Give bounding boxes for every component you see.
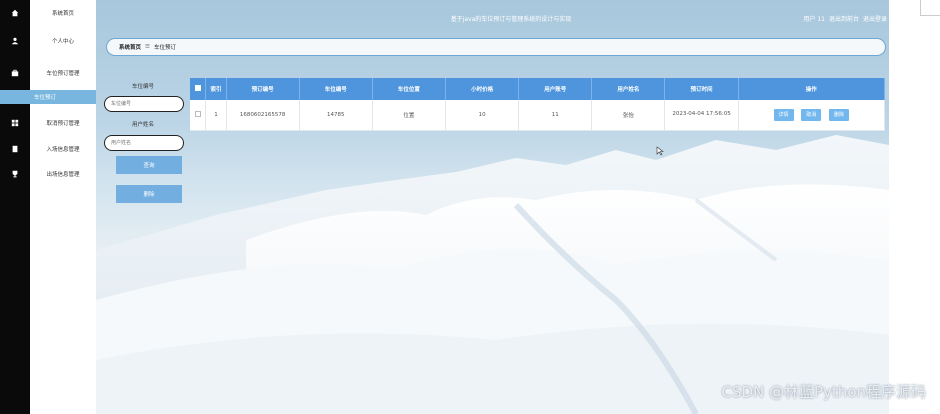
cell-booking-number: 1680602165578 [226, 100, 300, 131]
cancel-button[interactable]: 取消 [801, 108, 822, 121]
cell-user-name: 张怡 [591, 100, 666, 131]
column-header: 车位编号 [299, 78, 373, 100]
column-header: 小时价格 [445, 78, 520, 100]
breadcrumb-separator-icon: ☰ [145, 44, 150, 50]
cell-booking-time: 2023-04-04 17:56:05 [664, 100, 739, 131]
cell-hourly-price: 10 [445, 100, 520, 131]
cell-index: 1 [205, 100, 227, 131]
home-icon[interactable] [0, 6, 30, 20]
breadcrumb-current: 车位预订 [153, 45, 176, 51]
column-header: 用户姓名 [591, 78, 666, 100]
sidebar-subitem-booking[interactable]: 车位预订 [30, 90, 96, 104]
main-content: 基于java的车位预订与管理系统的设计与实现 用户 11 退出到前台 退出登录 … [96, 0, 889, 414]
cell-space-number: 14785 [299, 100, 373, 131]
document-icon[interactable] [0, 142, 30, 156]
snow-landscape-background [96, 135, 889, 414]
exit-to-portal-link[interactable]: 退出到前台 [829, 14, 859, 23]
column-header: 预订时间 [664, 78, 739, 100]
sidebar-item-booking-management[interactable]: 车位预订管理 [30, 66, 96, 80]
row-delete-button[interactable]: 删除 [829, 108, 850, 121]
trophy-icon[interactable] [0, 167, 30, 181]
sidebar-icon-strip [0, 0, 30, 414]
cell-actions: 详情 取消 删除 [738, 100, 886, 131]
sidebar-item-profile[interactable]: 个人中心 [30, 34, 96, 48]
user-name-label: 用户姓名 [131, 122, 154, 128]
active-highlight [0, 90, 30, 104]
select-all-checkbox[interactable] [190, 78, 207, 100]
current-user-label: 用户 11 [803, 16, 825, 23]
cell-location: 位置 [372, 100, 447, 131]
column-header: 索引 [205, 78, 227, 100]
space-number-label: 车位编号 [131, 84, 154, 90]
table-row: 1 1680602165578 14785 位置 10 11 张怡 2023-0… [190, 100, 886, 131]
booking-table: 索引 预订编号 车位编号 车位位置 小时价格 用户账号 用户姓名 预订时间 操作… [190, 78, 886, 131]
breadcrumb: 系统首页 ☰ 车位预订 [106, 38, 886, 56]
column-header: 预订编号 [226, 78, 300, 100]
app-title: 基于java的车位预订与管理系统的设计与实现 [450, 16, 572, 23]
grid-icon[interactable] [0, 116, 30, 130]
watermark-text: CSDN @林蓝Python程序源码 [721, 383, 926, 401]
query-button[interactable]: 查询 [116, 156, 182, 174]
user-actions: 用户 11 退出到前台 退出登录 [803, 14, 887, 23]
cell-user-account: 11 [518, 100, 593, 131]
column-header: 车位位置 [372, 78, 447, 100]
column-header: 用户账号 [518, 78, 593, 100]
breadcrumb-home[interactable]: 系统首页 [119, 43, 141, 51]
top-header: 基于java的车位预订与管理系统的设计与实现 用户 11 退出到前台 退出登录 [96, 0, 889, 40]
user-name-input[interactable] [104, 135, 184, 151]
sidebar-item-home[interactable]: 系统首页 [30, 6, 96, 20]
sidebar-menu: 系统首页 个人中心 车位预订管理 车位预订 取消预订管理 入场信息管理 出场信息… [30, 0, 96, 414]
window-fragment [920, 0, 940, 16]
detail-button[interactable]: 详情 [773, 108, 794, 121]
table-header-row: 索引 预订编号 车位编号 车位位置 小时价格 用户账号 用户姓名 预订时间 操作 [190, 78, 886, 100]
logout-link[interactable]: 退出登录 [863, 14, 887, 23]
row-checkbox[interactable] [190, 100, 207, 131]
delete-button[interactable]: 删除 [116, 185, 182, 203]
user-icon[interactable] [0, 34, 30, 48]
sidebar-item-entry-management[interactable]: 入场信息管理 [30, 142, 96, 156]
sidebar-item-exit-management[interactable]: 出场信息管理 [30, 167, 96, 181]
mouse-cursor-icon [656, 146, 664, 156]
briefcase-icon[interactable] [0, 66, 30, 80]
space-number-input[interactable] [104, 96, 184, 112]
booking-time-text: 2023-04-04 17:56:05 [672, 111, 731, 118]
column-header: 操作 [738, 78, 886, 100]
sidebar-item-cancel-booking-management[interactable]: 取消预订管理 [30, 116, 96, 130]
